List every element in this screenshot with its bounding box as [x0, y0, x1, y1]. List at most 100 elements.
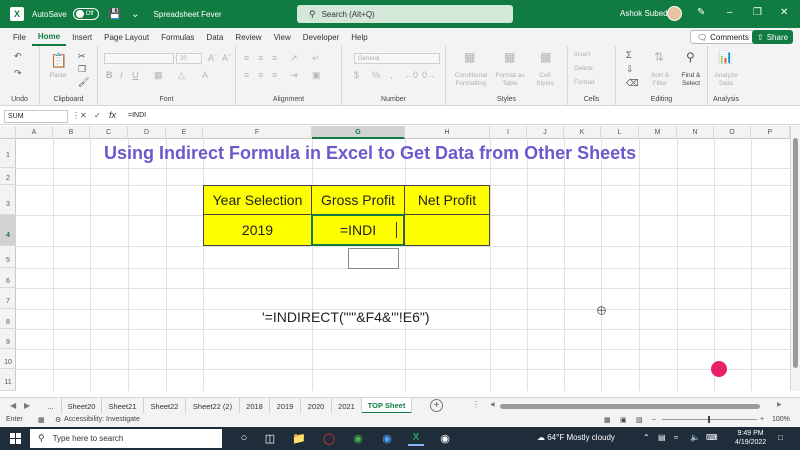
grow-font-icon[interactable]: Aˆ — [208, 53, 217, 63]
orientation-icon[interactable]: ↗ — [290, 53, 298, 64]
user-name[interactable]: Ashok Subedi — [620, 9, 669, 18]
format-as-table-label[interactable]: Format as Table — [494, 72, 526, 88]
column-header[interactable]: K — [564, 126, 601, 139]
column-header[interactable]: P — [751, 126, 790, 139]
tab-review[interactable]: Review — [229, 28, 267, 46]
find-select-icon[interactable]: ⚲ — [686, 50, 695, 64]
underline-icon[interactable]: U — [132, 70, 139, 80]
tab-help[interactable]: Help — [345, 28, 373, 46]
zoom-out-icon[interactable]: – — [652, 416, 656, 423]
wifi-icon[interactable]: ≈ — [674, 433, 678, 442]
share-button[interactable]: ⇧ Share — [752, 30, 794, 44]
percent-icon[interactable]: % — [372, 70, 380, 80]
cell-year-value[interactable]: 2019 — [203, 214, 312, 246]
tray-chevron-up-icon[interactable]: ⌃ — [643, 433, 650, 442]
row-header[interactable]: 1 — [0, 139, 16, 168]
next-sheet-icon[interactable]: ▶ — [24, 401, 30, 410]
notifications-icon[interactable]: □ — [778, 433, 783, 442]
indent-icon[interactable]: ⇥ — [290, 70, 298, 81]
column-header[interactable]: L — [601, 126, 639, 139]
column-header[interactable]: H — [405, 126, 490, 139]
conditional-formatting-icon[interactable]: ▦ — [464, 50, 475, 64]
column-header[interactable]: O — [714, 126, 751, 139]
edge-icon[interactable]: ◉ — [379, 430, 395, 446]
align-right-icon[interactable]: ≡ — [272, 70, 277, 80]
align-top-icon[interactable]: ≡ — [244, 53, 249, 63]
decrease-decimal-icon[interactable]: 0→ — [422, 70, 436, 80]
bold-icon[interactable]: B — [106, 70, 113, 80]
vertical-scrollbar[interactable] — [790, 126, 800, 391]
wrap-text-icon[interactable]: ↵ — [312, 53, 320, 64]
autosave-toggle[interactable]: Off — [72, 8, 99, 20]
italic-icon[interactable]: I — [120, 70, 123, 80]
sheet-tab[interactable]: 2021 — [332, 398, 362, 414]
horizontal-scrollbar[interactable]: ◀ ▶ — [490, 402, 785, 410]
zoom-slider-thumb[interactable] — [708, 416, 710, 423]
comments-button[interactable]: 🗨 Comments — [690, 30, 756, 44]
cell-styles-label[interactable]: Cell Styles — [530, 72, 560, 88]
clear-icon[interactable]: ⌫ — [626, 78, 639, 89]
column-header[interactable]: B — [53, 126, 90, 139]
row-header[interactable]: 8 — [0, 309, 16, 329]
currency-icon[interactable]: $ — [354, 70, 359, 80]
input-method-icon[interactable]: ⌨ — [706, 433, 718, 442]
cancel-entry-icon[interactable]: ✕ — [80, 111, 87, 120]
cell-styles-icon[interactable]: ▦ — [540, 50, 551, 64]
autosum-icon[interactable]: Σ — [626, 50, 632, 60]
tab-file[interactable]: File — [7, 28, 32, 46]
row-header[interactable]: 6 — [0, 268, 16, 288]
sheet-tab-active[interactable]: TOP Sheet — [362, 398, 412, 414]
number-format-select[interactable]: General — [354, 53, 440, 64]
row-header[interactable]: 7 — [0, 288, 16, 309]
scroll-left-icon[interactable]: ◀ — [490, 401, 495, 408]
delete-cells-button[interactable]: Delete — [574, 65, 612, 73]
fill-icon[interactable]: ⇩ — [626, 64, 634, 75]
merge-icon[interactable]: ▣ — [312, 70, 321, 81]
sheet-title[interactable]: Using Indirect Formula in Excel to Get D… — [104, 143, 636, 164]
weather-widget[interactable]: ☁ 64°F Mostly cloudy — [537, 433, 615, 442]
undo-icon[interactable]: ↶ — [14, 51, 22, 62]
insert-function-icon[interactable]: fx — [109, 110, 116, 120]
column-header[interactable]: M — [639, 126, 677, 139]
save-icon[interactable]: 💾 — [109, 9, 121, 20]
recorder-icon[interactable]: ◉ — [437, 430, 453, 446]
column-header[interactable]: N — [677, 126, 714, 139]
tab-formulas[interactable]: Formulas — [155, 28, 200, 46]
taskbar-search-input[interactable]: ⚲ Type here to search — [30, 429, 222, 448]
zoom-level[interactable]: 100% — [772, 416, 790, 423]
row-header[interactable]: 9 — [0, 329, 16, 349]
header-net-profit[interactable]: Net Profit — [404, 185, 490, 215]
conditional-formatting-label[interactable]: Conditional Formatting — [450, 72, 492, 88]
tab-home[interactable]: Home — [31, 28, 67, 46]
normal-view-icon[interactable]: ▦ — [604, 416, 611, 424]
borders-icon[interactable]: ▦ — [154, 70, 163, 81]
cut-icon[interactable]: ✂ — [78, 51, 86, 62]
speaker-icon[interactable]: 🔈 — [690, 433, 700, 442]
scroll-right-icon[interactable]: ▶ — [777, 401, 782, 408]
comma-icon[interactable]: , — [390, 70, 393, 80]
macro-record-icon[interactable]: ▦ — [38, 416, 45, 424]
file-explorer-icon[interactable]: 📁 — [291, 430, 307, 446]
row-header[interactable]: 5 — [0, 246, 16, 268]
name-box[interactable]: SUM — [4, 110, 68, 123]
close-icon[interactable]: ✕ — [780, 7, 788, 18]
file-name[interactable]: Spreadsheet Fever — [154, 10, 222, 19]
prev-sheet-icon[interactable]: ◀ — [10, 401, 16, 410]
increase-decimal-icon[interactable]: ←0 — [404, 70, 418, 80]
tab-page-layout[interactable]: Page Layout — [98, 28, 155, 46]
search-input[interactable]: ⚲ Search (Alt+Q) — [297, 5, 513, 23]
sheet-tab[interactable]: Sheet20 — [62, 398, 102, 414]
minimize-icon[interactable]: – — [727, 7, 733, 18]
cell-grid[interactable] — [16, 139, 790, 391]
analyze-data-icon[interactable]: 📊 — [718, 50, 733, 64]
sheet-tab[interactable]: 2019 — [270, 398, 301, 414]
redo-icon[interactable]: ↷ — [14, 68, 22, 79]
page-layout-view-icon[interactable]: ▣ — [620, 416, 627, 424]
shrink-font-icon[interactable]: Aˇ — [222, 53, 231, 63]
restore-icon[interactable]: ❐ — [753, 7, 762, 18]
font-name-select[interactable] — [104, 53, 174, 64]
align-left-icon[interactable]: ≡ — [244, 70, 249, 80]
avatar[interactable] — [667, 6, 682, 21]
windows-start-icon[interactable] — [10, 433, 21, 444]
sheet-tab[interactable]: Sheet22 (2) — [186, 398, 240, 414]
